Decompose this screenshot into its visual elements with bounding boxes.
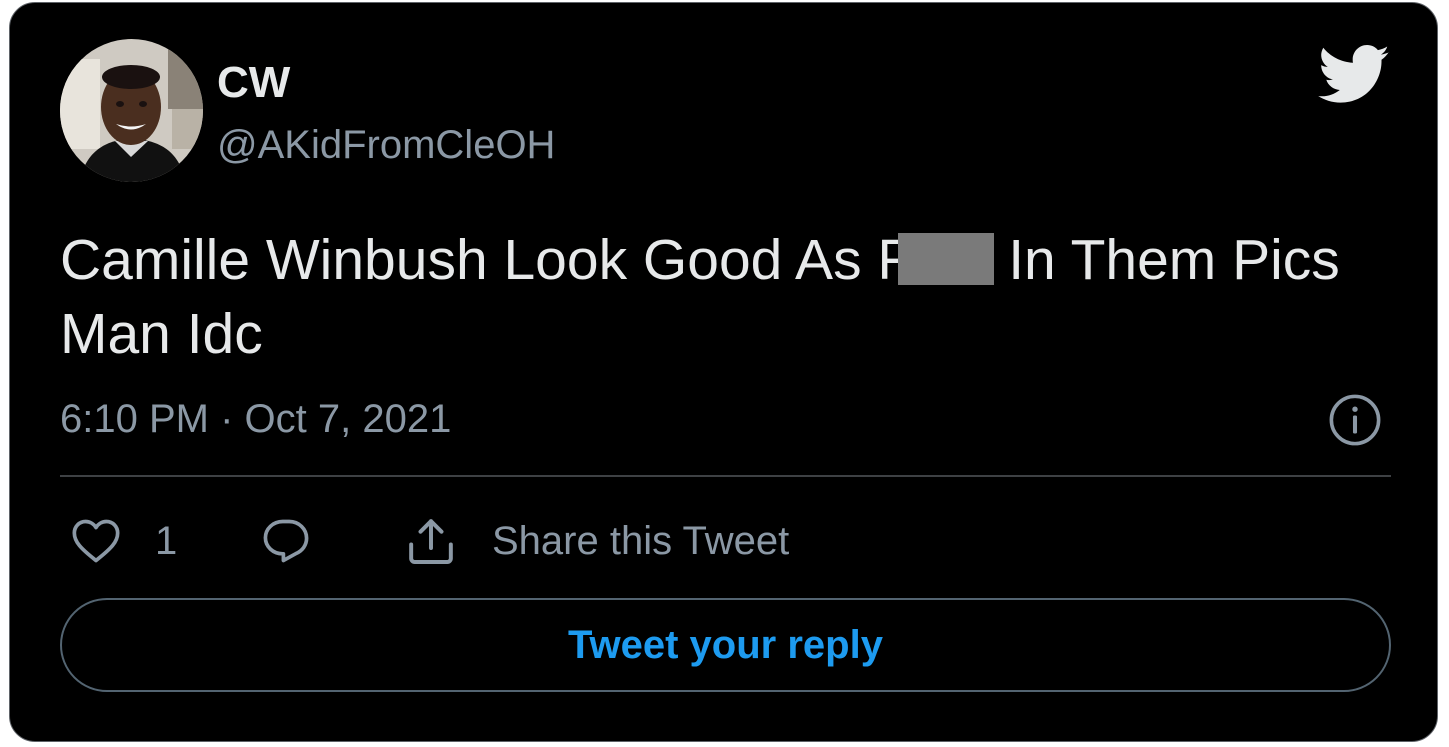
reply-icon[interactable]	[260, 515, 312, 567]
avatar[interactable]	[60, 39, 203, 182]
tweet-text: Camille Winbush Look Good As F In Them Pi…	[60, 223, 1400, 371]
display-name[interactable]: CW	[217, 59, 290, 107]
tweet-text-start: Camille Winbush Look Good As F	[60, 228, 913, 292]
info-icon[interactable]	[1328, 393, 1382, 447]
tweet-card: CW @AKidFromCleOH Camille Winbush Look G…	[9, 2, 1438, 742]
heart-icon[interactable]	[70, 515, 122, 567]
censor-block	[898, 233, 995, 285]
divider	[60, 475, 1391, 477]
tweet-reply-button[interactable]: Tweet your reply	[60, 598, 1391, 692]
user-handle[interactable]: @AKidFromCleOH	[217, 121, 555, 169]
twitter-bird-icon[interactable]	[1318, 45, 1391, 105]
tweet-timestamp[interactable]: 6:10 PM · Oct 7, 2021	[60, 393, 451, 445]
share-icon[interactable]	[403, 513, 459, 569]
like-count: 1	[155, 519, 178, 563]
share-label[interactable]: Share this Tweet	[492, 515, 789, 567]
